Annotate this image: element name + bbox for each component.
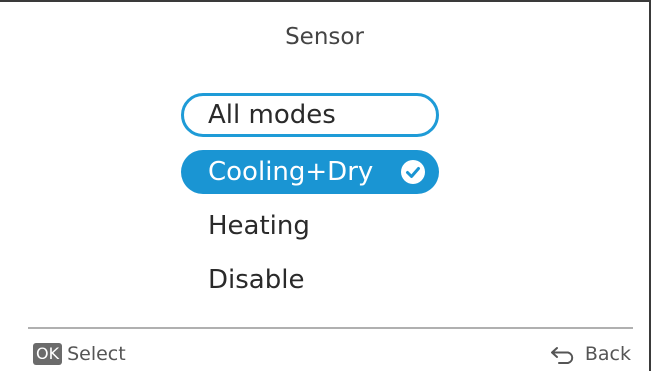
footer-divider	[28, 327, 633, 329]
page-title: Sensor	[285, 24, 364, 50]
ok-key-icon: OK	[33, 343, 63, 365]
option-disable[interactable]: Disable	[181, 258, 439, 302]
option-heating[interactable]: Heating	[181, 204, 439, 248]
select-label: Select	[67, 343, 126, 365]
option-label: Cooling+Dry	[208, 157, 374, 187]
select-hint[interactable]: OK Select	[33, 342, 126, 366]
option-label: Disable	[208, 265, 305, 295]
option-all-modes[interactable]: All modes	[181, 93, 439, 137]
back-button[interactable]: Back	[550, 342, 631, 366]
option-cooling-dry[interactable]: Cooling+Dry	[181, 150, 439, 194]
option-label: All modes	[208, 100, 336, 130]
return-arrow-icon	[550, 347, 574, 364]
back-label: Back	[584, 343, 631, 365]
option-label: Heating	[208, 211, 310, 241]
check-circle-icon	[401, 160, 425, 184]
sensor-screen: Sensor All modes Cooling+Dry Heating Dis…	[0, 0, 651, 371]
